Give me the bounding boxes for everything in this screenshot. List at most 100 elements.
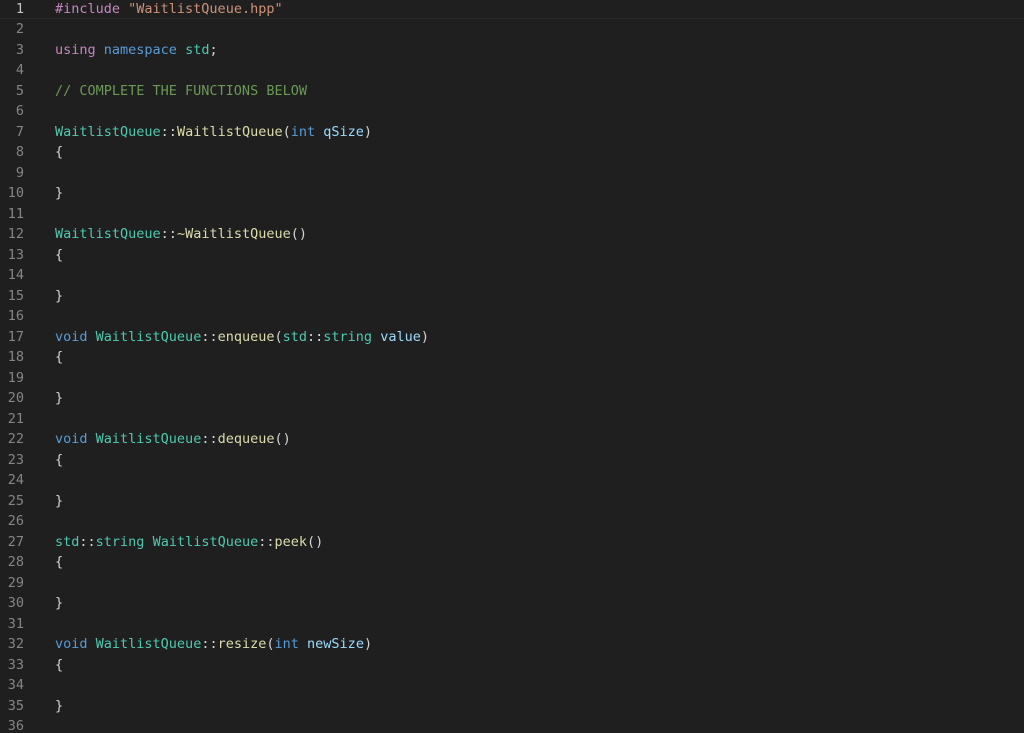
code-line[interactable]: 24 [0, 470, 1024, 491]
code-line[interactable]: 32 void WaitlistQueue::resize(int newSize… [0, 634, 1024, 655]
line-code[interactable]: } [55, 286, 63, 307]
line-code[interactable]: void WaitlistQueue::dequeue() [55, 429, 291, 450]
line-number: 2 [15, 21, 24, 37]
code-line[interactable]: 20} [0, 388, 1024, 409]
code-line[interactable]: 28 { [0, 552, 1024, 573]
code-line[interactable]: 8{ [0, 142, 1024, 163]
code-token: string [323, 328, 373, 345]
code-line[interactable]: 21 [0, 409, 1024, 430]
code-line[interactable]: 13 { [0, 245, 1024, 266]
line-number: 9 [15, 164, 24, 181]
code-token: void [55, 431, 88, 447]
line-code[interactable]: } [55, 593, 63, 614]
code-line[interactable]: 33 { [0, 655, 1024, 676]
line-number: 11 [7, 205, 24, 222]
code-line[interactable]: 3 using namespace std; [0, 40, 1024, 61]
code-line[interactable]: 30} [0, 593, 1024, 614]
code-line[interactable]: 29 [0, 573, 1024, 594]
code-token: :: [201, 636, 218, 652]
code-line[interactable]: 14 [0, 265, 1024, 286]
code-token: std [185, 41, 210, 58]
code-token: newSize [307, 636, 364, 652]
line-code[interactable]: { [55, 450, 63, 471]
line-number: 20 [7, 390, 24, 406]
code-token: :: [79, 533, 96, 550]
line-code[interactable]: WaitlistQueue::~WaitlistQueue() [55, 224, 307, 245]
code-token: dequeue [217, 431, 275, 447]
line-code[interactable]: void WaitlistQueue::resize(int newSize) [55, 634, 372, 655]
line-number: 33 [7, 656, 24, 673]
line-number: 5 [15, 82, 24, 99]
line-number: 6 [15, 103, 24, 119]
code-line[interactable]: 9 [0, 163, 1024, 184]
line-code[interactable]: { [55, 552, 63, 573]
code-editor[interactable]: 1 #include "WaitlistQueue.hpp" 2 3 using nam… [0, 0, 1024, 733]
code-line[interactable]: 6 [0, 101, 1024, 122]
code-line[interactable]: 16 [0, 306, 1024, 327]
code-line[interactable]: 15} [0, 286, 1024, 307]
line-number: 15 [7, 287, 24, 304]
code-line[interactable]: 12 WaitlistQueue::~WaitlistQueue() [0, 224, 1024, 245]
code-token: } [55, 287, 64, 304]
code-token: "WaitlistQueue.hpp" [128, 0, 283, 17]
line-code[interactable]: } [55, 183, 63, 204]
line-number: 3 [15, 41, 24, 58]
code-token: ) [420, 328, 429, 345]
code-line[interactable]: 4 [0, 60, 1024, 81]
code-token: { [55, 656, 64, 673]
code-line[interactable]: 19 [0, 368, 1024, 389]
code-token: ) [363, 636, 373, 652]
code-line[interactable]: 31 [0, 614, 1024, 635]
line-number: 30 [7, 595, 24, 611]
line-code[interactable]: } [55, 491, 63, 512]
line-number: 24 [7, 472, 24, 488]
line-code[interactable]: #include "WaitlistQueue.hpp" [55, 0, 283, 18]
code-token: enqueue [217, 328, 275, 345]
line-number: 7 [15, 123, 24, 140]
line-code[interactable]: { [55, 142, 63, 163]
line-code[interactable]: { [55, 347, 63, 368]
code-line[interactable]: 1 #include "WaitlistQueue.hpp" [0, 0, 1024, 19]
code-line[interactable]: 26 [0, 511, 1024, 532]
code-line[interactable]: 5 // COMPLETE THE FUNCTIONS BELOW [0, 81, 1024, 102]
code-line[interactable]: 35} [0, 696, 1024, 717]
line-code[interactable]: { [55, 655, 63, 676]
line-code[interactable]: std::string WaitlistQueue::peek() [55, 532, 323, 553]
code-line[interactable]: 23 { [0, 450, 1024, 471]
code-line[interactable]: 10} [0, 183, 1024, 204]
code-token: std [55, 533, 80, 550]
code-token: using [55, 41, 96, 58]
code-token: WaitlistQueue [95, 328, 202, 345]
code-line[interactable]: 34 [0, 675, 1024, 696]
code-line[interactable]: 7 WaitlistQueue::WaitlistQueue(int qSize) [0, 122, 1024, 143]
code-line[interactable]: 25} [0, 491, 1024, 512]
line-number: 1 [15, 0, 24, 17]
code-token: std [282, 328, 308, 345]
code-token: { [55, 246, 64, 263]
line-code[interactable]: } [55, 388, 63, 409]
code-token: resize [217, 636, 267, 652]
code-line[interactable]: 17 void WaitlistQueue::enqueue(std::strin… [0, 327, 1024, 348]
code-token: () [274, 431, 291, 447]
code-token: string [95, 533, 145, 550]
code-line[interactable]: 36 [0, 716, 1024, 733]
line-code[interactable]: } [55, 696, 63, 717]
line-code[interactable]: // COMPLETE THE FUNCTIONS BELOW [55, 81, 307, 102]
code-token: int [274, 636, 299, 652]
line-code[interactable]: WaitlistQueue::WaitlistQueue(int qSize) [55, 122, 372, 143]
code-line[interactable]: 22 void WaitlistQueue::dequeue() [0, 429, 1024, 450]
code-line[interactable]: 11 [0, 204, 1024, 225]
line-code[interactable]: void WaitlistQueue::enqueue(std::string … [55, 327, 429, 348]
line-code[interactable]: using namespace std; [55, 40, 218, 61]
code-token: ; [209, 41, 218, 58]
code-line[interactable]: 2 [0, 19, 1024, 40]
code-token: :: [160, 123, 177, 140]
line-number: 17 [7, 328, 24, 345]
code-line[interactable]: 27 std::string WaitlistQueue::peek() [0, 532, 1024, 553]
line-code[interactable]: { [55, 245, 63, 266]
code-line[interactable]: 18 { [0, 347, 1024, 368]
